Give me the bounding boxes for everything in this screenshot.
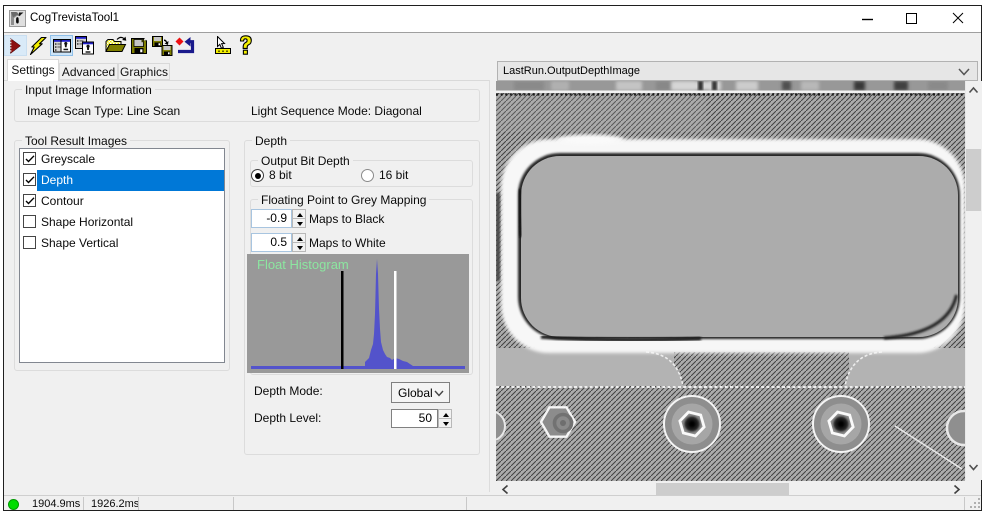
svg-text:Float Histogram: Float Histogram bbox=[257, 257, 349, 272]
